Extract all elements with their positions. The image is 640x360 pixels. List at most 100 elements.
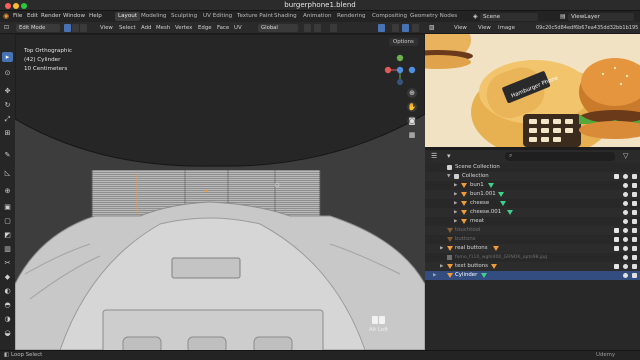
expand-arrow-icon[interactable]: ▶ [433, 271, 436, 280]
render-camera-icon[interactable] [632, 255, 637, 260]
loop-cut-tool-icon[interactable]: ▥ [2, 244, 13, 254]
outliner-row-cylinder[interactable]: ▶ Cylinder [425, 271, 640, 280]
eye-icon[interactable] [623, 174, 628, 179]
render-camera-icon[interactable] [632, 201, 637, 206]
eye-icon[interactable] [623, 228, 628, 233]
image-editor-type-icon[interactable]: ▨ [429, 24, 435, 31]
menu-mesh[interactable]: Mesh [156, 25, 170, 31]
expand-arrow-icon[interactable]: ▶ [454, 208, 457, 217]
render-camera-icon[interactable] [632, 273, 637, 278]
eye-icon[interactable] [623, 210, 628, 215]
outliner-row-meat[interactable]: ▶ meat [425, 217, 640, 226]
filter-display-icon[interactable]: ▾ [447, 152, 451, 160]
menu-edge[interactable]: Edge [198, 25, 212, 31]
expand-arrow-icon[interactable]: ▶ [454, 217, 457, 226]
menu-render[interactable]: Render [41, 13, 61, 19]
outliner-row-bun1[interactable]: ▶ bun1 [425, 181, 640, 190]
cursor-tool-icon[interactable]: ⊙ [2, 68, 13, 78]
expand-arrow-icon[interactable]: ▶ [454, 190, 457, 199]
tab-layout[interactable]: Layout [115, 12, 141, 21]
expand-arrow-icon[interactable]: ▶ [454, 181, 457, 190]
outliner-row-text-buttons[interactable]: ▶ text buttons [425, 262, 640, 271]
blender-logo-icon[interactable]: ◉ [3, 12, 9, 20]
spin-tool-icon[interactable]: ◐ [2, 286, 13, 296]
expand-arrow-icon[interactable]: ▼ [447, 172, 450, 181]
menu-edit[interactable]: Edit [27, 13, 38, 19]
reference-image-panel[interactable]: Hamburger Phone [425, 34, 640, 147]
outliner-row-collection[interactable]: ▼ Collection [425, 172, 640, 181]
vertex-select-button[interactable] [64, 24, 71, 32]
mode-selector[interactable]: Edit Mode [16, 24, 60, 32]
shrink-tool-icon[interactable]: ◑ [2, 314, 13, 324]
outliner-row-bun1-001[interactable]: ▶ bun1.001 [425, 190, 640, 199]
menu-face[interactable]: Face [217, 25, 229, 31]
tab-geometry-nodes[interactable]: Geometry Nodes [407, 12, 460, 21]
eye-icon[interactable] [623, 273, 628, 278]
inset-tool-icon[interactable]: ▢ [2, 216, 13, 226]
outliner-row-real-buttons[interactable]: ▶ real buttons [425, 244, 640, 253]
outliner-row-touchtool[interactable]: touchtool [425, 226, 640, 235]
edge-select-button[interactable] [72, 24, 79, 32]
material-shading-icon[interactable] [402, 24, 409, 32]
tab-modeling[interactable]: Modeling [138, 12, 169, 21]
eye-icon[interactable] [623, 246, 628, 251]
outliner-type-icon[interactable]: ☰ [431, 152, 437, 160]
camera-view-icon[interactable]: ◙ [407, 116, 417, 126]
tab-compositing[interactable]: Compositing [369, 12, 410, 21]
measure-tool-icon[interactable]: ◺ [2, 168, 13, 178]
eye-icon[interactable] [623, 201, 628, 206]
render-camera-icon[interactable] [632, 210, 637, 215]
render-camera-icon[interactable] [632, 192, 637, 197]
poly-build-tool-icon[interactable]: ◆ [2, 272, 13, 282]
render-camera-icon[interactable] [632, 183, 637, 188]
bevel-tool-icon[interactable]: ◩ [2, 230, 13, 240]
transform-orientation-selector[interactable]: Global [258, 24, 298, 32]
image-menu-view-2[interactable]: View [478, 25, 491, 31]
proportional-edit-icon[interactable] [330, 24, 337, 32]
outliner-row-image[interactable]: fomo_f110_wghl400_GRNOK_opts98.jpg [425, 253, 640, 262]
image-menu-image[interactable]: Image [498, 25, 515, 31]
tab-rendering[interactable]: Rendering [334, 12, 369, 21]
view-layer-selector[interactable]: ViewLayer [568, 12, 634, 21]
rendered-shading-icon[interactable] [412, 24, 419, 32]
menu-vertex[interactable]: Vertex [175, 25, 192, 31]
expand-arrow-icon[interactable]: ▶ [440, 262, 443, 271]
render-camera-icon[interactable] [632, 219, 637, 224]
render-camera-icon[interactable] [632, 174, 637, 179]
eye-icon[interactable] [623, 183, 628, 188]
menu-select[interactable]: Select [119, 25, 136, 31]
outliner-row-scene-collection[interactable]: Scene Collection [425, 163, 640, 172]
expand-arrow-icon[interactable]: ▶ [454, 199, 457, 208]
move-tool-icon[interactable]: ✥ [2, 86, 13, 96]
perspective-toggle-icon[interactable]: ▦ [407, 130, 417, 140]
transform-tool-icon[interactable]: ⊞ [2, 128, 13, 138]
outliner-row-cheese-001[interactable]: ▶ cheese.001 [425, 208, 640, 217]
scene-selector[interactable]: Scene [480, 12, 538, 21]
image-menu-view[interactable]: View [454, 25, 467, 31]
outliner-row-cheese[interactable]: ▶ cheese [425, 199, 640, 208]
editor-type-icon[interactable]: ⊡ [4, 24, 9, 31]
expand-arrow-icon[interactable]: ▶ [440, 244, 443, 253]
xray-icon[interactable] [378, 24, 385, 32]
smooth-tool-icon[interactable]: ◓ [2, 300, 13, 310]
filter-icon[interactable]: ▽ [623, 152, 628, 160]
render-camera-icon[interactable] [632, 264, 637, 269]
exclude-checkbox[interactable] [614, 246, 619, 251]
exclude-checkbox[interactable] [614, 174, 619, 179]
eye-icon[interactable] [623, 264, 628, 269]
snap-icon[interactable] [314, 24, 321, 32]
annotate-tool-icon[interactable]: ✎ [2, 150, 13, 160]
outliner-search-input[interactable]: ⌕ [505, 152, 615, 161]
add-cube-tool-icon[interactable]: ⊕ [2, 186, 13, 196]
menu-help[interactable]: Help [89, 13, 102, 19]
knife-tool-icon[interactable]: ✂ [2, 258, 13, 268]
select-tool-icon[interactable]: ▸ [2, 52, 13, 62]
tab-texture-paint[interactable]: Texture Paint [234, 12, 276, 21]
tab-animation[interactable]: Animation [300, 12, 335, 21]
tab-uv-editing[interactable]: UV Editing [200, 12, 235, 21]
tab-shading[interactable]: Shading [271, 12, 300, 21]
pan-hand-icon[interactable]: ✋ [407, 102, 417, 112]
scale-tool-icon[interactable]: ⤢ [2, 114, 13, 124]
eye-icon[interactable] [623, 237, 628, 242]
solid-shading-icon[interactable] [392, 24, 399, 32]
